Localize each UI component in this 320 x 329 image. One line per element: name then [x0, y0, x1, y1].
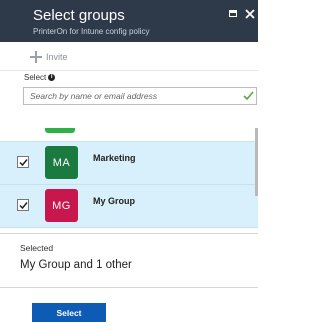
group-list: MA Marketing MG My Group: [0, 128, 258, 228]
info-icon[interactable]: i: [48, 74, 56, 81]
list-item[interactable]: MA Marketing: [0, 141, 258, 185]
selected-summary: Selected My Group and 1 other: [0, 233, 258, 284]
search-box: [23, 87, 257, 105]
group-avatar: MG: [45, 189, 78, 222]
search-label-text: Select: [24, 73, 47, 82]
selected-value: My Group and 1 other: [20, 259, 132, 271]
group-avatar: MA: [45, 146, 78, 179]
list-item[interactable]: MG My Group: [0, 184, 258, 228]
blade-header: Select groups PrinterOn for Intune confi…: [0, 0, 258, 42]
group-checkbox[interactable]: [17, 199, 29, 211]
maximize-icon[interactable]: [228, 8, 240, 20]
check-icon: [243, 91, 254, 101]
command-bar: Invite: [0, 42, 258, 71]
invite-button[interactable]: Invite: [30, 51, 68, 63]
group-avatar: [45, 128, 75, 133]
blade-footer: Select: [0, 287, 258, 329]
group-name: My Group: [93, 196, 135, 206]
select-button[interactable]: Select: [32, 303, 106, 322]
selected-label: Selected: [20, 243, 54, 253]
blade-title: Select groups: [33, 7, 125, 24]
scrollbar-thumb[interactable]: [255, 128, 258, 196]
group-checkbox[interactable]: [17, 156, 29, 168]
invite-label: Invite: [46, 52, 68, 62]
plus-icon: [30, 51, 42, 63]
close-icon[interactable]: [244, 8, 256, 20]
search-label: Select i: [24, 73, 56, 82]
blade-subtitle: PrinterOn for Intune config policy: [33, 27, 150, 36]
group-name: Marketing: [93, 153, 136, 163]
search-input[interactable]: [30, 90, 230, 102]
